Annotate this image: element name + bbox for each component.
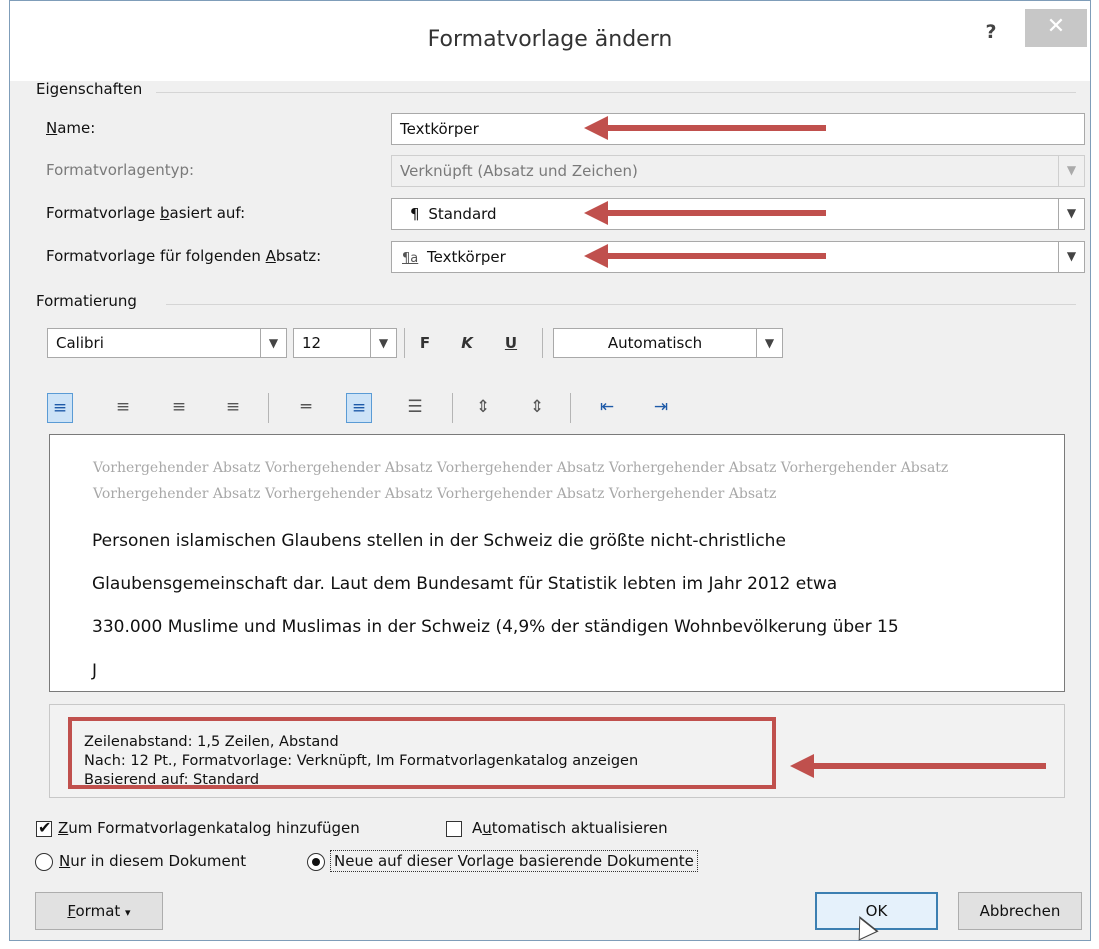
single-spacing-button[interactable]: ═	[293, 393, 319, 423]
style-description-area: Zeilenabstand: 1,5 Zeilen, Abstand Nach:…	[49, 704, 1065, 798]
sample-text-line: Glaubensgemeinschaft dar. Laut dem Bunde…	[92, 574, 838, 594]
sample-text-line: Personen islamischen Glaubens stellen in…	[92, 531, 786, 551]
chevron-down-icon: ▼	[756, 329, 782, 357]
align-center-button[interactable]: ≡	[110, 393, 136, 423]
ok-button[interactable]: OK	[815, 892, 938, 930]
auto-update-prefix: A	[472, 819, 483, 837]
font-value: Calibri	[56, 334, 104, 352]
style-type-select[interactable]: Verknüpft (Absatz und Zeichen) ▼	[391, 155, 1085, 187]
font-size-value: 12	[302, 334, 322, 352]
cancel-button[interactable]: Abbrechen	[958, 892, 1082, 930]
justify-button[interactable]: ≡	[220, 393, 246, 423]
description-line: Zeilenabstand: 1,5 Zeilen, Abstand	[84, 734, 339, 750]
next-paragraph-value: Textkörper	[427, 248, 506, 266]
radio-selected-dot	[312, 858, 320, 866]
auto-update-label[interactable]: Automatisch aktualisieren	[472, 819, 668, 837]
font-size-select[interactable]: 12 ▼	[293, 328, 397, 358]
add-to-gallery-rest: um Formatvorlagenkatalog hinzufügen	[68, 819, 360, 837]
toolbar-separator	[452, 393, 453, 423]
next-paragraph-label: Formatvorlage für folgenden Absatz:	[46, 247, 321, 265]
description-line: Nach: 12 Pt., Formatvorlage: Verknüpft, …	[84, 753, 639, 769]
based-on-label-rest: asiert auf:	[169, 204, 246, 222]
one-half-spacing-button[interactable]: ≡	[346, 393, 372, 423]
chevron-down-icon: ▼	[1058, 242, 1084, 272]
add-to-gallery-checkbox[interactable]: ✔	[36, 818, 52, 837]
title-bar[interactable]: Formatvorlage ändern ? ✕	[10, 1, 1090, 81]
align-right-button[interactable]: ≡	[166, 393, 192, 423]
add-to-gallery-label[interactable]: Zum Formatvorlagenkatalog hinzufügen	[58, 819, 360, 837]
previous-paragraph-text: Vorhergehender Absatz Vorhergehender Abs…	[93, 460, 949, 502]
new-documents-label[interactable]: Neue auf dieser Vorlage basierende Dokum…	[330, 850, 698, 872]
formatting-divider	[166, 304, 1076, 305]
toolbar-separator	[542, 328, 543, 358]
style-type-label: Formatvorlagentyp:	[46, 161, 195, 179]
annotation-arrow-description	[790, 754, 1046, 778]
new-documents-radio[interactable]	[307, 853, 325, 871]
font-select[interactable]: Calibri ▼	[47, 328, 287, 358]
checkmark-icon: ✔	[38, 818, 52, 837]
decrease-indent-icon[interactable]: ⇤	[594, 393, 620, 423]
name-label-accel: N	[46, 119, 58, 137]
description-line: Basierend auf: Standard	[84, 772, 260, 788]
auto-update-checkbox[interactable]	[446, 821, 462, 837]
format-label: ormat	[75, 902, 121, 920]
align-left-button[interactable]: ≡	[47, 393, 73, 423]
style-description-highlight: Zeilenabstand: 1,5 Zeilen, Abstand Nach:…	[68, 717, 776, 789]
style-type-value: Verknüpft (Absatz und Zeichen)	[400, 162, 638, 180]
paragraph-mark-icon: ¶	[410, 205, 420, 223]
formatting-group-label: Formatierung	[36, 292, 137, 310]
bold-button[interactable]: F	[415, 334, 435, 352]
next-paragraph-label-accel: A	[265, 247, 276, 265]
toolbar-separator	[570, 393, 571, 423]
double-spacing-button[interactable]: ☰	[402, 393, 428, 423]
linked-style-icon: ¶a	[402, 251, 419, 266]
only-this-document-radio[interactable]	[35, 853, 53, 871]
auto-update-accel: u	[482, 819, 492, 837]
only-this-document-accel: N	[59, 852, 71, 870]
annotation-arrow-name	[584, 116, 826, 140]
sample-text-line: J	[92, 661, 98, 681]
based-on-value: Standard	[428, 205, 497, 223]
add-to-gallery-accel: Z	[58, 819, 69, 837]
chevron-down-icon: ▼	[370, 329, 396, 357]
chevron-down-icon: ▼	[260, 329, 286, 357]
space-after-icon[interactable]: ⇕	[524, 393, 550, 423]
only-this-document-rest: ur in diesem Dokument	[70, 852, 247, 870]
annotation-arrow-next-paragraph	[584, 244, 826, 268]
format-menu-button[interactable]: Format ▾	[35, 892, 163, 930]
dialog-title: Formatvorlage ändern	[427, 27, 673, 52]
name-label-rest: ame:	[57, 119, 96, 137]
format-accel: F	[67, 902, 76, 920]
based-on-label: Formatvorlage basiert auf:	[46, 204, 245, 222]
chevron-down-icon: ▼	[1058, 199, 1084, 229]
toolbar-separator	[404, 328, 405, 358]
annotation-arrow-based-on	[584, 201, 826, 225]
properties-divider	[156, 92, 1076, 93]
underline-button[interactable]: U	[501, 334, 521, 352]
name-label: Name:	[46, 119, 95, 137]
toolbar-separator	[268, 393, 269, 423]
based-on-label-prefix: Formatvorlage	[46, 204, 160, 222]
auto-update-rest: tomatisch aktualisieren	[491, 819, 668, 837]
font-color-select[interactable]: Automatisch ▼	[553, 328, 783, 358]
properties-group-label: Eigenschaften	[36, 80, 143, 98]
dropdown-arrow-icon: ▾	[125, 906, 131, 919]
sample-text-line: 330.000 Muslime und Muslimas in der Schw…	[92, 617, 899, 637]
modify-style-dialog: Formatvorlage ändern ? ✕ Eigenschaften N…	[9, 0, 1091, 941]
font-color-value: Automatisch	[607, 334, 703, 352]
based-on-label-accel: b	[159, 204, 170, 222]
space-before-icon[interactable]: ⇕	[470, 393, 496, 423]
next-paragraph-label-rest: bsatz:	[275, 247, 322, 265]
italic-button[interactable]: K	[457, 334, 477, 352]
help-icon[interactable]: ?	[976, 15, 1006, 49]
increase-indent-icon[interactable]: ⇥	[648, 393, 674, 423]
close-button[interactable]: ✕	[1025, 9, 1087, 47]
style-preview: Vorhergehender Absatz Vorhergehender Abs…	[49, 434, 1065, 692]
chevron-down-icon: ▼	[1058, 156, 1084, 186]
only-this-document-label[interactable]: Nur in diesem Dokument	[59, 852, 246, 870]
next-paragraph-label-prefix: Formatvorlage für folgenden	[46, 247, 266, 265]
